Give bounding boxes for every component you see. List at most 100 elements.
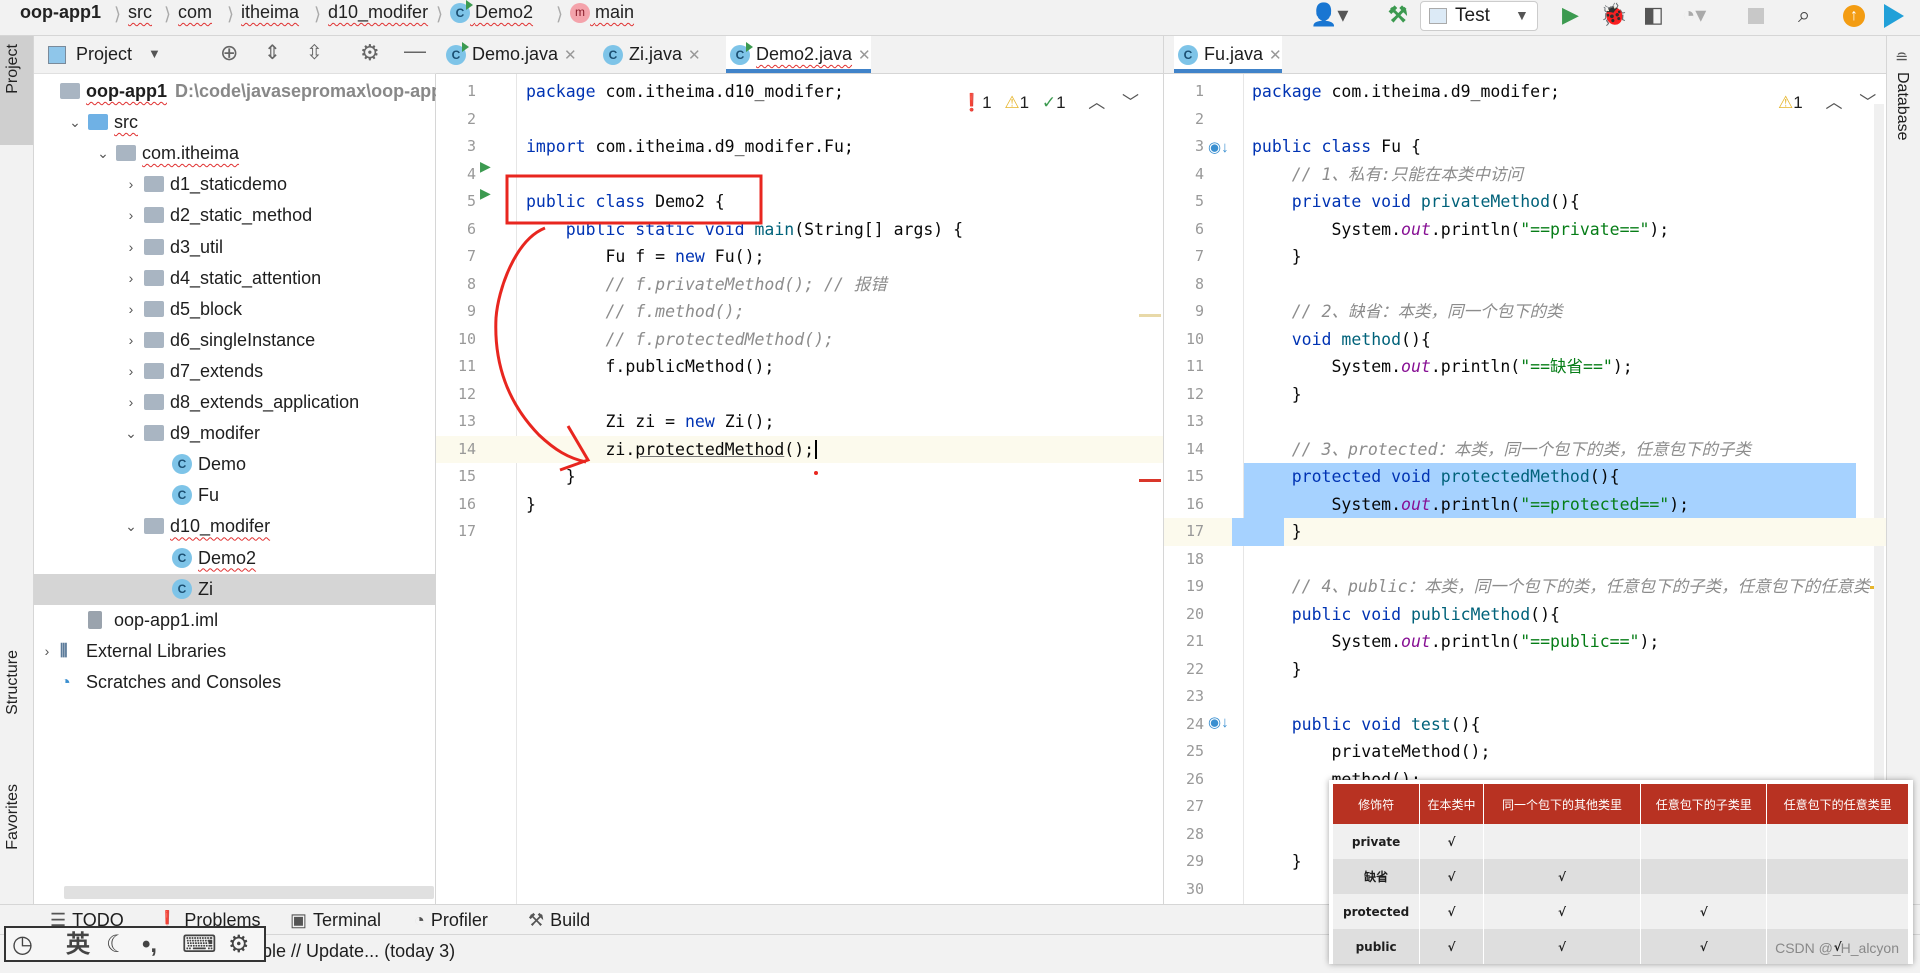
editor-tab[interactable]: C Demo.java ✕ <box>442 36 577 73</box>
update-icon[interactable]: ↑ <box>1843 5 1865 27</box>
code-line[interactable]: // 3、protected：本类，同一个包下的类，任意包下的子类 <box>1252 436 1751 464</box>
tree-item[interactable]: ⌄ d9_modifer <box>34 418 436 449</box>
close-icon[interactable]: ✕ <box>1269 47 1282 64</box>
chevron-down-icon[interactable]: ▼ <box>148 46 161 61</box>
editor-tab[interactable]: C Fu.java ✕ <box>1174 36 1282 73</box>
code-line[interactable]: } <box>1252 848 1302 876</box>
tree-item[interactable]: › d7_extends <box>34 356 436 387</box>
code-line[interactable]: public void publicMethod(){ <box>1252 601 1560 629</box>
chevron-right-icon[interactable]: › <box>38 636 56 667</box>
project-tool-button[interactable]: Project <box>0 36 33 145</box>
close-icon[interactable]: ✕ <box>564 47 577 64</box>
code-line[interactable]: // f.privateMethod(); // 报错 <box>526 271 886 299</box>
breadcrumb-item[interactable]: C Demo2 <box>450 0 533 30</box>
locate-icon[interactable]: ⊕ <box>220 40 238 66</box>
tree-item[interactable]: › d8_extends_application <box>34 387 436 418</box>
tool-window-profiler[interactable]: ◔ Profiler <box>414 908 488 932</box>
code-line[interactable]: void method(){ <box>1252 326 1431 354</box>
close-icon[interactable]: ✕ <box>688 47 701 64</box>
code-line[interactable]: // 4、public：本类，同一个包下的类，任意包下的子类，任意包下的任意类 <box>1252 573 1870 601</box>
breadcrumb-item[interactable]: oop-app1 <box>20 0 101 30</box>
tree-item[interactable]: C Demo2 <box>34 543 436 574</box>
inspection-widget[interactable]: ❗1 ⚠1 ✓1 ︿ ﹀ <box>961 88 1139 113</box>
tree-item[interactable]: ⌄ d10_modifer <box>34 511 436 542</box>
code-line[interactable]: zi.protectedMethod(); <box>526 436 818 464</box>
gear-icon[interactable]: ⚙ <box>228 930 250 960</box>
moon-icon[interactable]: ☾ <box>106 930 128 960</box>
code-line[interactable]: public static void main(String[] args) { <box>526 216 963 244</box>
left-editor[interactable]: ❗1 ⚠1 ✓1 ︿ ﹀ ▶ ▶ 1 2 3 4 5 6 7 8 9 10 11 12 13 14 15 16… <box>436 74 1163 904</box>
tree-item[interactable]: › d6_singleInstance <box>34 325 436 356</box>
favorites-tool-button[interactable]: Favorites <box>0 784 33 924</box>
editor-scrollbar[interactable] <box>1874 104 1884 814</box>
database-tool-button[interactable]: Database <box>1893 72 1911 141</box>
chevron-down-icon[interactable]: ⌄ <box>122 511 140 542</box>
build-hammer-icon[interactable]: ⚒ <box>1388 2 1408 28</box>
code-line[interactable]: Fu f = new Fu(); <box>526 243 764 271</box>
tree-item[interactable]: C Fu <box>34 480 436 511</box>
collapse-all-icon[interactable]: ⇳ <box>306 40 323 65</box>
next-highlight-icon[interactable]: ﹀ <box>1122 93 1139 112</box>
tree-item[interactable]: › d1_staticdemo <box>34 169 436 200</box>
previous-highlight-icon[interactable]: ︿ <box>1088 93 1105 112</box>
expand-all-icon[interactable]: ⇕ <box>264 40 281 65</box>
status-text[interactable]: ple // Update... (today 3) <box>262 941 455 962</box>
run-gutter-icon[interactable]: ▶ <box>480 185 491 202</box>
code-line[interactable]: } <box>526 491 536 519</box>
code-line[interactable]: // 2、缺省：本类，同一个包下的类 <box>1252 298 1563 326</box>
toolbox-logo-icon[interactable] <box>1884 4 1904 28</box>
tree-item[interactable]: ◔ Scratches and Consoles <box>34 667 436 698</box>
chevron-right-icon[interactable]: › <box>122 294 140 325</box>
tree-item[interactable]: › d2_static_method <box>34 200 436 231</box>
code-line[interactable]: System.out.println("==protected=="); <box>1252 491 1689 519</box>
chevron-right-icon[interactable]: › <box>122 356 140 387</box>
code-line[interactable]: package com.itheima.d10_modifer; <box>526 78 844 106</box>
chevron-right-icon[interactable]: › <box>122 387 140 418</box>
breadcrumb-item[interactable]: d10_modifer <box>328 0 428 30</box>
project-horizontal-scrollbar[interactable] <box>64 886 434 899</box>
code-line[interactable]: System.out.println("==缺省=="); <box>1252 353 1632 381</box>
code-line[interactable]: } <box>526 463 576 491</box>
previous-highlight-icon[interactable]: ︿ <box>1825 93 1842 112</box>
warning-stripe-marker[interactable] <box>1139 314 1161 317</box>
run-icon[interactable]: ▶ <box>1562 2 1579 28</box>
ime-logo-icon[interactable]: ◷ <box>12 930 33 960</box>
code-line[interactable]: } <box>1252 381 1302 409</box>
user-icon[interactable]: 👤▾ <box>1310 2 1348 28</box>
ime-language-toggle[interactable]: 英 <box>66 930 90 960</box>
code-line[interactable]: } <box>1252 243 1302 271</box>
debug-icon[interactable]: 🐞 <box>1600 2 1627 28</box>
project-view-select[interactable]: Project <box>76 44 132 65</box>
breadcrumb-item[interactable]: src <box>128 0 152 30</box>
gear-icon[interactable]: ⚙ <box>360 40 380 66</box>
code-line[interactable]: public class Fu { <box>1252 133 1421 161</box>
tree-item[interactable]: oop-app1.iml <box>34 605 436 636</box>
hide-icon[interactable]: — <box>404 38 426 64</box>
code-line[interactable]: public class Demo2 { <box>526 188 725 216</box>
breadcrumb-item[interactable]: com <box>178 0 212 30</box>
chevron-right-icon[interactable]: › <box>122 232 140 263</box>
punctuation-icon[interactable]: •, <box>142 930 157 960</box>
stop-icon[interactable] <box>1748 8 1764 24</box>
breadcrumb-item[interactable]: itheima <box>241 0 299 30</box>
chevron-down-icon[interactable]: ⌄ <box>94 138 112 169</box>
coverage-icon[interactable]: ◧ <box>1643 2 1664 28</box>
code-line[interactable]: protected void protectedMethod(){ <box>1252 463 1620 491</box>
chevron-right-icon[interactable]: › <box>122 200 140 231</box>
code-line[interactable]: // 1、私有:只能在本类中访问 <box>1252 161 1523 189</box>
run-gutter-icon[interactable]: ▶ <box>480 158 491 175</box>
tree-item[interactable]: ⌄ com.itheima <box>34 138 436 169</box>
chevron-down-icon[interactable]: ⌄ <box>66 107 84 138</box>
close-icon[interactable]: ✕ <box>858 47 871 64</box>
chevron-down-icon[interactable]: ⌄ <box>122 418 140 449</box>
chevron-right-icon[interactable]: › <box>122 169 140 200</box>
code-line[interactable]: System.out.println("==public=="); <box>1252 628 1659 656</box>
tool-window-terminal[interactable]: ▣ Terminal <box>290 908 381 932</box>
keyboard-icon[interactable]: ⌨ <box>182 930 217 960</box>
code-line[interactable]: privateMethod(); <box>1252 738 1490 766</box>
inspection-widget[interactable]: ⚠1 ︿ ﹀ <box>1778 88 1876 113</box>
error-stripe-marker[interactable] <box>1139 479 1161 482</box>
tree-item[interactable]: ⌄ src <box>34 107 436 138</box>
run-config-select[interactable]: Test ▼ <box>1420 1 1538 31</box>
tree-item[interactable]: C Zi <box>34 573 436 605</box>
